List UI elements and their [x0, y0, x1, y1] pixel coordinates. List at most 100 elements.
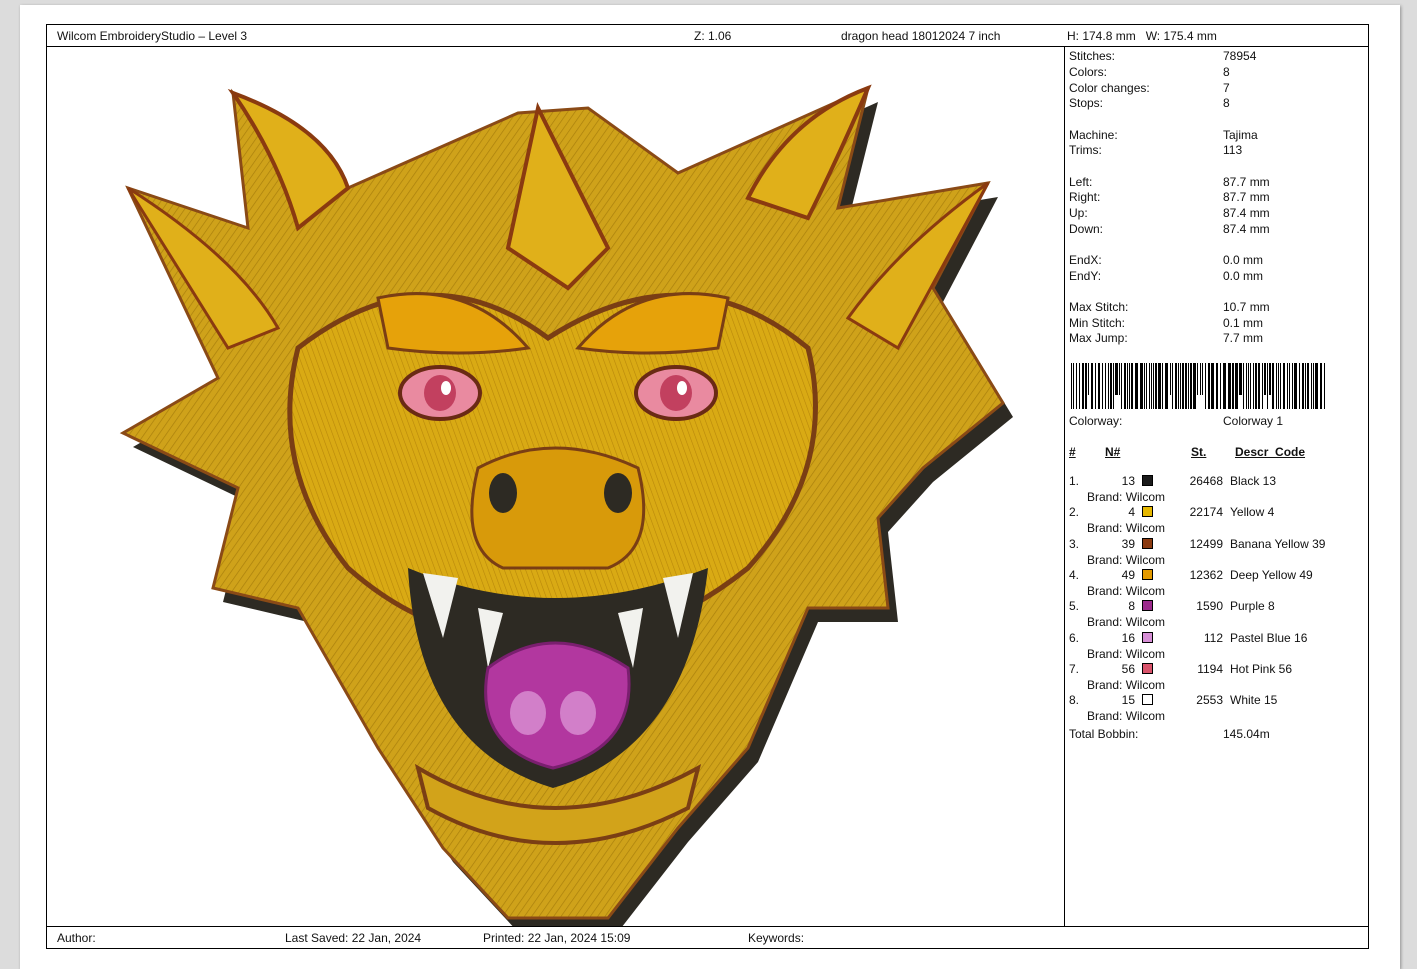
- barcode-bar: [1170, 363, 1171, 395]
- stat-label: Left:: [1069, 175, 1093, 189]
- barcode-bar: [1115, 363, 1118, 395]
- barcode-bar: [1267, 363, 1268, 409]
- stat-label: Right:: [1069, 190, 1101, 204]
- barcode-bar: [1235, 363, 1238, 409]
- col-needle-header: N#: [1105, 445, 1121, 459]
- stat-value: Tajima: [1223, 128, 1258, 142]
- barcode-bar: [1190, 363, 1192, 409]
- barcode-bar: [1324, 363, 1325, 409]
- barcode-bar: [1313, 363, 1314, 409]
- barcode-bar: [1278, 363, 1279, 409]
- color-index: 6.: [1069, 630, 1080, 645]
- color-row: 5. 8 1590 Purple 8 Brand: Wilcom: [1069, 598, 1365, 630]
- stat-row: Max Jump: 7.7 mm: [1069, 330, 1365, 346]
- color-description: Black 13: [1230, 474, 1277, 488]
- thread-brand: Brand: Wilcom: [1087, 646, 1166, 661]
- color-index: 2.: [1069, 505, 1080, 520]
- panel-divider: [1064, 47, 1065, 926]
- col-index-header: #: [1069, 445, 1076, 459]
- stitch-count: 12362: [1189, 567, 1223, 582]
- barcode-bar: [1095, 363, 1096, 409]
- stat-value: 7.7 mm: [1223, 331, 1264, 345]
- barcode-bar: [1098, 363, 1100, 409]
- barcode-bar: [1188, 363, 1189, 409]
- barcode-bar: [1208, 363, 1210, 409]
- stat-label: Colors:: [1069, 65, 1108, 79]
- barcode-bar: [1162, 363, 1163, 409]
- header-bar: Wilcom EmbroideryStudio – Level 3 Z: 1.0…: [47, 25, 1368, 47]
- stat-label: Max Stitch:: [1069, 300, 1129, 314]
- barcode-bar: [1180, 363, 1181, 409]
- stat-row: Colors: 8: [1069, 64, 1365, 80]
- stat-row: Down: 87.4 mm: [1069, 221, 1365, 237]
- barcode-image: [1071, 363, 1325, 409]
- needle-number: 15: [1121, 693, 1135, 708]
- barcode-bar: [1220, 363, 1221, 409]
- barcode-bar: [1082, 363, 1084, 409]
- thread-brand: Brand: Wilcom: [1087, 709, 1166, 724]
- barcode-bar: [1216, 363, 1218, 409]
- barcode-bar: [1232, 363, 1234, 409]
- barcode-bar: [1253, 363, 1254, 409]
- stat-label: Up:: [1069, 206, 1088, 220]
- barcode-bar: [1110, 363, 1112, 409]
- color-description: Banana Yellow 39: [1230, 536, 1326, 551]
- color-index: 7.: [1069, 661, 1080, 676]
- barcode-bar: [1315, 363, 1318, 409]
- needle-number: 16: [1121, 630, 1135, 645]
- stat-value: 7: [1223, 81, 1230, 95]
- stat-label: EndY:: [1069, 269, 1102, 283]
- design-frame: Wilcom EmbroideryStudio – Level 3 Z: 1.0…: [46, 24, 1369, 949]
- color-index: 3.: [1069, 536, 1080, 551]
- stat-row: Stops: 8: [1069, 95, 1365, 111]
- barcode-bar: [1076, 363, 1077, 409]
- stat-label: Stops:: [1069, 96, 1104, 110]
- color-swatch: [1142, 475, 1153, 486]
- color-row: 1. 13 26468 Black 13 Brand: Wilcom: [1069, 473, 1365, 505]
- barcode-bar: [1202, 363, 1203, 395]
- barcode-bar: [1289, 363, 1290, 409]
- barcode-bar: [1223, 363, 1226, 409]
- barcode-bar: [1085, 363, 1087, 409]
- design-name: dragon head 18012024 7 inch: [841, 29, 1001, 43]
- printed-field: Printed: 22 Jan, 2024 15:09: [483, 931, 631, 945]
- barcode-bar: [1149, 363, 1150, 409]
- barcode-bar: [1276, 363, 1277, 409]
- needle-number: 13: [1121, 474, 1135, 488]
- needle-number: 56: [1121, 661, 1135, 676]
- thread-brand: Brand: Wilcom: [1087, 490, 1166, 504]
- barcode-bar: [1185, 363, 1187, 409]
- stat-row: Max Stitch: 10.7 mm: [1069, 299, 1365, 315]
- barcode-bar: [1239, 363, 1242, 395]
- color-index: 4.: [1069, 567, 1080, 582]
- stat-value: 113: [1223, 143, 1243, 157]
- barcode-bar: [1146, 363, 1147, 409]
- thread-brand: Brand: Wilcom: [1087, 615, 1166, 630]
- barcode-bar: [1178, 363, 1179, 409]
- stitch-count: 2553: [1196, 693, 1223, 708]
- barcode-bar: [1287, 363, 1288, 409]
- barcode-bar: [1302, 363, 1304, 409]
- barcode-bar: [1140, 363, 1143, 409]
- stat-value: 0.0 mm: [1223, 253, 1264, 267]
- stat-row: EndX: 0.0 mm: [1069, 252, 1365, 268]
- color-swatch: [1142, 694, 1153, 706]
- stat-row: EndY: 0.0 mm: [1069, 268, 1365, 284]
- stat-label: Min Stitch:: [1069, 316, 1126, 330]
- barcode-bar: [1255, 363, 1257, 409]
- barcode-bar: [1307, 363, 1309, 409]
- embroidery-design-preview: [48, 48, 1063, 926]
- thread-brand: Brand: Wilcom: [1087, 521, 1166, 536]
- barcode-bar: [1228, 363, 1231, 409]
- color-row: 7. 56 1194 Hot Pink 56 Brand: Wilcom: [1069, 661, 1365, 693]
- color-description: Deep Yellow 49: [1230, 567, 1313, 582]
- barcode-bar: [1197, 363, 1198, 395]
- stitch-count: 22174: [1189, 505, 1223, 520]
- barcode-bar: [1246, 363, 1247, 409]
- color-description: Hot Pink 56: [1230, 661, 1293, 676]
- barcode-bar: [1088, 363, 1089, 395]
- thread-brand: Brand: Wilcom: [1087, 583, 1166, 598]
- stat-row: Up: 87.4 mm: [1069, 205, 1365, 221]
- barcode-bar: [1248, 363, 1249, 409]
- barcode-bar: [1311, 363, 1312, 409]
